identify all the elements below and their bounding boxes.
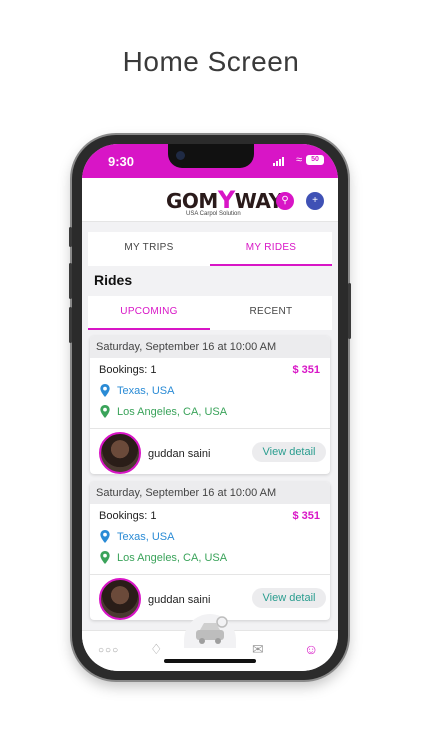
profile-icon[interactable]: ☺ <box>304 641 318 657</box>
ride-date: Saturday, September 16 at 10:00 AM <box>90 336 330 358</box>
app-header: GOMYWAY USA Carpol Solution ⚲ + <box>82 178 338 222</box>
signal-icon <box>273 157 284 166</box>
status-time: 9:30 <box>108 154 135 169</box>
home-indicator[interactable] <box>164 659 256 663</box>
destination-label: Los Angeles, CA, USA <box>117 551 228 564</box>
tab-recent[interactable]: RECENT <box>210 296 332 330</box>
origin-label: Texas, USA <box>117 530 175 543</box>
add-button[interactable]: + <box>306 192 324 210</box>
page-headline: Home Screen <box>122 46 300 77</box>
ride-price: $ 351 <box>292 364 320 376</box>
phone-frame: 9:30 ≈ 50 GOMYWAY USA Carpol Solution ⚲ … <box>69 135 351 680</box>
camera-icon <box>176 151 185 160</box>
top-tabs: MY TRIPS MY RIDES <box>88 232 332 266</box>
wifi-icon: ≈ <box>295 154 302 166</box>
ride-destination: Los Angeles, CA, USA <box>99 551 227 564</box>
card-divider <box>90 428 330 429</box>
ride-origin: Texas, USA <box>99 530 174 543</box>
tab-my-trips[interactable]: MY TRIPS <box>88 232 210 266</box>
mail-icon[interactable]: ✉ <box>252 641 264 658</box>
search-icon: ⚲ <box>281 195 289 206</box>
power-button <box>348 283 351 339</box>
ride-card[interactable]: Saturday, September 16 at 10:00 AM Booki… <box>90 482 330 620</box>
car-icon <box>196 616 228 644</box>
ride-date: Saturday, September 16 at 10:00 AM <box>90 482 330 504</box>
user-name: guddan saini <box>148 448 211 460</box>
ride-destination: Los Angeles, CA, USA <box>99 405 227 418</box>
bell-icon[interactable]: ♢ <box>150 641 163 658</box>
silent-switch <box>69 227 72 247</box>
notch <box>168 144 254 168</box>
card-divider <box>90 574 330 575</box>
ride-price: $ 351 <box>292 510 320 522</box>
ride-bookings: Bookings: 1 <box>99 510 157 522</box>
avatar[interactable] <box>99 432 141 474</box>
origin-label: Texas, USA <box>117 384 175 397</box>
status-bar: 9:30 ≈ 50 <box>82 144 338 178</box>
section-title: Rides <box>94 272 133 288</box>
location-pin-icon <box>100 551 110 564</box>
sub-tabs: UPCOMING RECENT <box>88 296 332 330</box>
view-detail-button[interactable]: View detail <box>252 588 326 608</box>
search-button[interactable]: ⚲ <box>276 192 294 210</box>
volume-up-button <box>69 263 72 299</box>
location-pin-icon <box>100 384 110 397</box>
volume-down-button <box>69 307 72 343</box>
app-logo: GOMYWAY <box>166 186 283 214</box>
battery-icon: 50 <box>306 155 324 165</box>
app-tagline: USA Carpol Solution <box>186 211 241 217</box>
tab-upcoming[interactable]: UPCOMING <box>88 296 210 330</box>
location-pin-icon <box>100 530 110 543</box>
phone-screen: 9:30 ≈ 50 GOMYWAY USA Carpol Solution ⚲ … <box>82 144 338 671</box>
ride-origin: Texas, USA <box>99 384 174 397</box>
user-name: guddan saini <box>148 594 211 606</box>
page: Home Screen 9:30 ≈ 50 GOMYWAY USA Carpol… <box>0 0 422 750</box>
car-fab[interactable] <box>184 614 236 648</box>
view-detail-button[interactable]: View detail <box>252 442 326 462</box>
destination-label: Los Angeles, CA, USA <box>117 405 228 418</box>
ride-card[interactable]: Saturday, September 16 at 10:00 AM Booki… <box>90 336 330 474</box>
tab-my-rides[interactable]: MY RIDES <box>210 232 332 266</box>
ride-bookings: Bookings: 1 <box>99 364 157 376</box>
location-pin-icon <box>100 405 110 418</box>
more-icon[interactable]: ○○○ <box>98 645 119 656</box>
avatar[interactable] <box>99 578 141 620</box>
plus-icon: + <box>312 195 318 206</box>
